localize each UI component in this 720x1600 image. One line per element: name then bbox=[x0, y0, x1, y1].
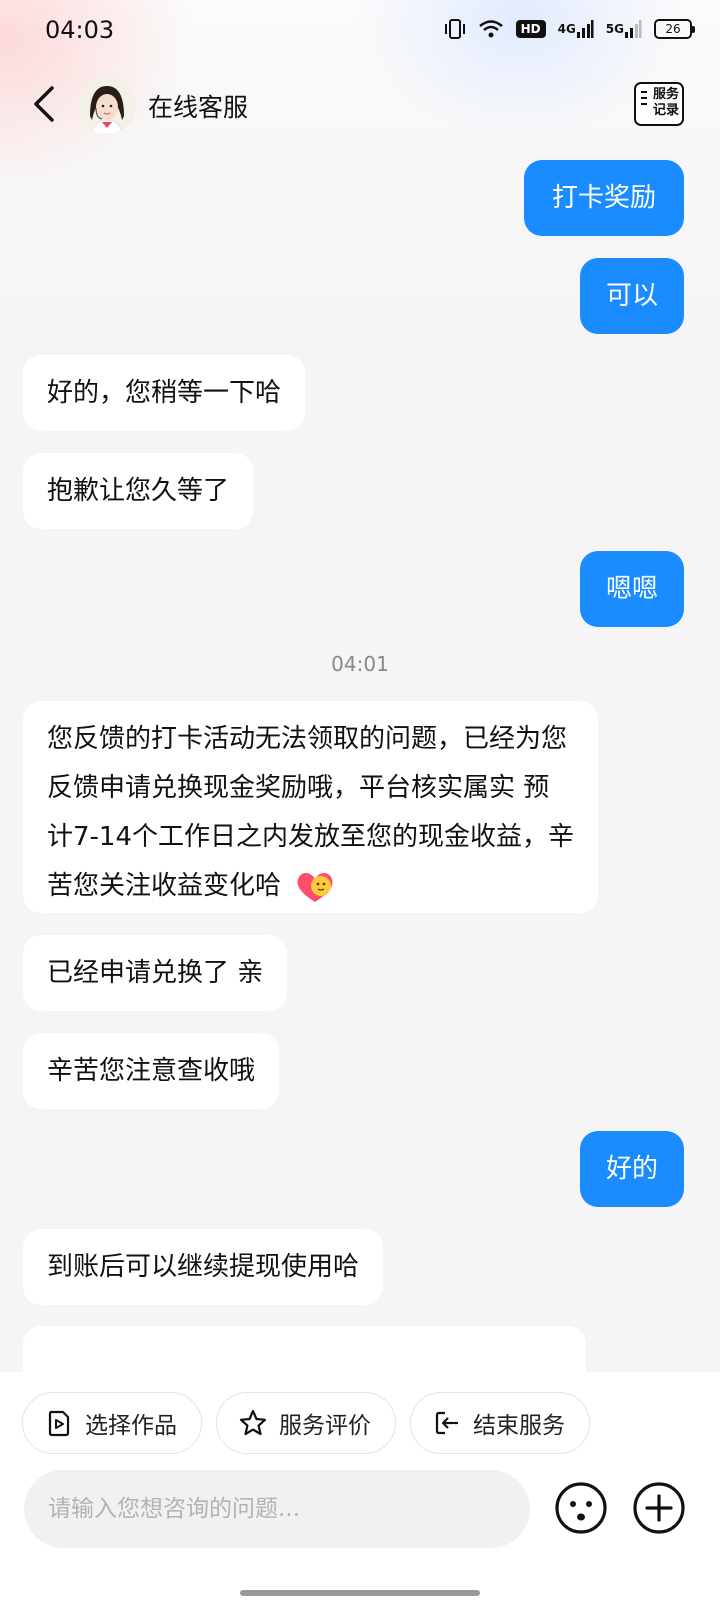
message-bubble-incoming[interactable]: 您反馈的打卡活动无法领取的问题，已经为您反馈申请兑换现金奖励哦，平台核实属实 预… bbox=[23, 701, 598, 913]
network-5g-label: 5G bbox=[605, 22, 624, 36]
avatar-illustration bbox=[78, 76, 136, 134]
smiley-icon bbox=[555, 1482, 607, 1534]
home-indicator[interactable] bbox=[240, 1590, 480, 1596]
message-text: 好的 bbox=[605, 1154, 658, 1184]
page-title: 在线客服 bbox=[148, 93, 249, 122]
message-list[interactable]: 打卡奖励 可以 好的，您稍等一下哈 抱歉让您久等了 嗯嗯 04:01 您反馈的打… bbox=[0, 0, 720, 1372]
message-bubble-incoming[interactable]: 已经申请兑换了 亲 bbox=[23, 935, 288, 1011]
network-4g-label: 4G bbox=[557, 22, 576, 36]
rate-service-button[interactable]: 服务评价 bbox=[216, 1392, 396, 1454]
service-record-label-line2: 记录 bbox=[652, 103, 679, 118]
message-text: 可以 bbox=[605, 281, 658, 311]
message-bubble-incoming-partial[interactable] bbox=[23, 1326, 586, 1372]
message-text: 辛苦您注意查收哦 bbox=[47, 1056, 256, 1086]
plus-icon bbox=[633, 1482, 685, 1534]
exit-icon bbox=[433, 1409, 461, 1437]
message-bubble-incoming[interactable]: 辛苦您注意查收哦 bbox=[23, 1033, 280, 1109]
signal-5g-icon: 5G bbox=[606, 19, 642, 39]
agent-avatar[interactable] bbox=[78, 76, 136, 134]
message-bubble-incoming[interactable]: 好的，您稍等一下哈 bbox=[23, 355, 306, 431]
message-bubble-incoming[interactable]: 抱歉让您久等了 bbox=[23, 453, 254, 529]
hearts-emoji-icon bbox=[295, 870, 335, 904]
status-icons: HD 4G 5G 26 bbox=[444, 18, 695, 40]
message-text: 好的，您稍等一下哈 bbox=[47, 378, 282, 408]
chat-header: 在线客服 服务 记录 bbox=[0, 64, 720, 144]
timestamp-divider: 04:01 bbox=[331, 652, 389, 676]
end-service-button[interactable]: 结束服务 bbox=[410, 1392, 590, 1454]
message-bubble-incoming[interactable]: 到账后可以继续提现使用哈 bbox=[23, 1229, 384, 1305]
message-bubble-outgoing[interactable]: 好的 bbox=[580, 1131, 684, 1207]
select-work-button[interactable]: 选择作品 bbox=[22, 1392, 202, 1454]
composer-panel: 选择作品 服务评价 结束服务 bbox=[0, 1372, 720, 1600]
star-icon bbox=[239, 1409, 267, 1437]
video-file-icon bbox=[45, 1409, 73, 1437]
hd-badge: HD bbox=[515, 20, 546, 38]
battery-icon: 26 bbox=[654, 19, 695, 39]
message-bubble-outgoing[interactable]: 嗯嗯 bbox=[580, 551, 684, 627]
list-icon bbox=[641, 91, 647, 93]
emoji-button[interactable] bbox=[553, 1480, 609, 1536]
service-record-label-line1: 服务 bbox=[652, 87, 679, 102]
signal-4g-icon: 4G bbox=[558, 19, 594, 39]
message-bubble-outgoing[interactable]: 打卡奖励 bbox=[524, 160, 684, 236]
message-input[interactable] bbox=[24, 1470, 530, 1548]
back-button[interactable] bbox=[28, 82, 64, 126]
status-time: 04:03 bbox=[45, 16, 115, 44]
end-service-label: 结束服务 bbox=[473, 1413, 565, 1439]
select-work-label: 选择作品 bbox=[85, 1413, 177, 1439]
message-text: 嗯嗯 bbox=[605, 574, 658, 604]
chevron-left-icon bbox=[34, 86, 54, 122]
message-bubble-outgoing[interactable]: 可以 bbox=[580, 258, 684, 334]
message-text: 打卡奖励 bbox=[551, 183, 656, 213]
message-text: 已经申请兑换了 亲 bbox=[47, 958, 264, 988]
status-bar: 04:03 HD 4G 5G 26 bbox=[0, 0, 720, 64]
more-options-button[interactable] bbox=[631, 1480, 687, 1536]
message-text: 到账后可以继续提现使用哈 bbox=[47, 1252, 360, 1282]
rate-service-label: 服务评价 bbox=[279, 1413, 371, 1439]
message-text: 抱歉让您久等了 bbox=[47, 476, 230, 506]
service-record-button[interactable]: 服务 记录 bbox=[634, 82, 684, 126]
wifi-icon bbox=[478, 19, 504, 39]
vibrate-icon bbox=[444, 18, 466, 40]
